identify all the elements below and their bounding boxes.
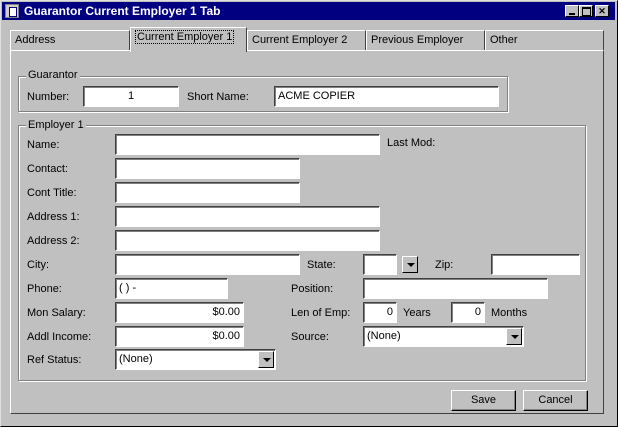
number-label: Number: bbox=[27, 91, 70, 103]
position-label: Position: bbox=[291, 283, 334, 295]
state-field[interactable] bbox=[363, 254, 397, 275]
chevron-down-icon bbox=[263, 358, 271, 362]
name-label: Name: bbox=[27, 139, 60, 151]
tab-other[interactable]: Other bbox=[485, 30, 604, 50]
chevron-down-icon bbox=[511, 335, 519, 339]
zip-label: Zip: bbox=[435, 259, 454, 271]
phone-field[interactable]: ( ) - bbox=[115, 278, 228, 299]
address1-field[interactable] bbox=[115, 206, 380, 227]
addl-income-field[interactable]: $0.00 bbox=[115, 326, 244, 347]
title-bar[interactable]: Guarantor Current Employer 1 Tab ✕ bbox=[2, 2, 615, 20]
addl-income-label: Addl Income: bbox=[27, 331, 92, 343]
minimize-icon bbox=[569, 13, 575, 15]
len-of-emp-label: Len of Emp: bbox=[291, 307, 351, 319]
cont-title-label: Cont Title: bbox=[27, 187, 77, 199]
tab-current-employer-2[interactable]: Current Employer 2 bbox=[247, 30, 366, 50]
maximize-icon bbox=[582, 7, 591, 16]
tab-address[interactable]: Address bbox=[10, 30, 130, 50]
number-field[interactable]: 1 bbox=[83, 86, 179, 107]
zip-field[interactable] bbox=[491, 254, 580, 275]
ref-status-label: Ref Status: bbox=[27, 354, 82, 366]
source-dropdown-button[interactable] bbox=[506, 328, 522, 345]
months-label: Months bbox=[491, 307, 528, 319]
window-title: Guarantor Current Employer 1 Tab bbox=[24, 4, 221, 18]
last-mod-label: Last Mod: bbox=[387, 137, 436, 149]
chevron-down-icon bbox=[407, 263, 415, 267]
contact-field[interactable] bbox=[115, 158, 300, 179]
source-label: Source: bbox=[291, 331, 329, 343]
name-field[interactable] bbox=[115, 134, 380, 155]
address2-field[interactable] bbox=[115, 230, 380, 251]
short-name-label: Short Name: bbox=[187, 91, 249, 103]
save-button[interactable]: Save bbox=[451, 390, 516, 411]
phone-label: Phone: bbox=[27, 283, 62, 295]
maximize-button[interactable] bbox=[579, 5, 593, 17]
contact-label: Contact: bbox=[27, 163, 68, 175]
guarantor-legend: Guarantor bbox=[26, 69, 80, 81]
mon-salary-field[interactable]: $0.00 bbox=[115, 302, 244, 323]
source-select[interactable]: (None) bbox=[363, 326, 524, 347]
source-select-value: (None) bbox=[367, 330, 401, 342]
position-field[interactable] bbox=[363, 278, 548, 299]
years-label: Years bbox=[403, 307, 431, 319]
tab-previous-employer[interactable]: Previous Employer bbox=[366, 30, 485, 50]
months-field[interactable]: 0 bbox=[451, 302, 485, 323]
ref-status-select[interactable]: (None) bbox=[115, 349, 276, 370]
app-icon bbox=[5, 4, 19, 18]
short-name-field[interactable]: ACME COPIER bbox=[274, 86, 499, 107]
ref-status-dropdown-button[interactable] bbox=[258, 351, 274, 368]
years-field[interactable]: 0 bbox=[363, 302, 397, 323]
ref-status-select-value: (None) bbox=[119, 353, 153, 365]
cancel-button[interactable]: Cancel bbox=[523, 390, 588, 411]
cont-title-field[interactable] bbox=[115, 182, 300, 203]
state-label: State: bbox=[307, 259, 336, 271]
address1-label: Address 1: bbox=[27, 211, 80, 223]
employer-legend: Employer 1 bbox=[26, 119, 86, 131]
state-dropdown-button[interactable] bbox=[402, 256, 418, 273]
tab-current-employer-1[interactable]: Current Employer 1 bbox=[130, 27, 247, 52]
minimize-button[interactable] bbox=[565, 5, 579, 17]
close-button[interactable]: ✕ bbox=[595, 5, 609, 17]
close-icon: ✕ bbox=[598, 6, 606, 16]
address2-label: Address 2: bbox=[27, 235, 80, 247]
city-field[interactable] bbox=[115, 254, 300, 275]
mon-salary-label: Mon Salary: bbox=[27, 307, 86, 319]
city-label: City: bbox=[27, 259, 49, 271]
